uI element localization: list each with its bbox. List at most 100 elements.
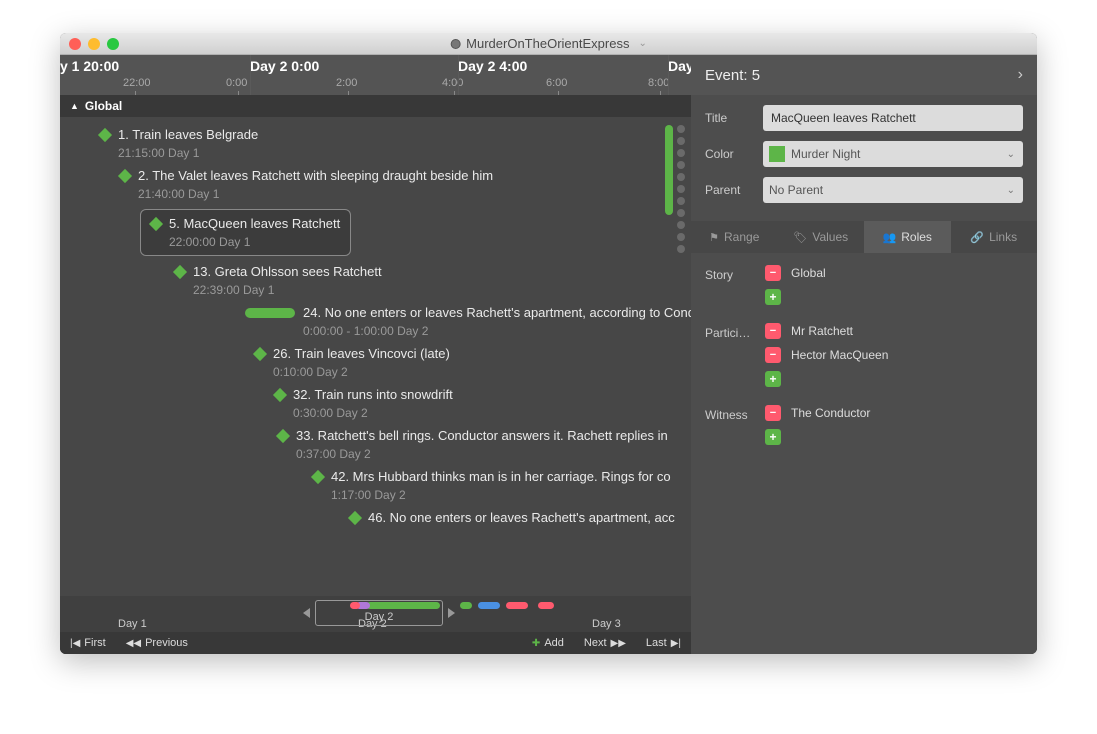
next-button[interactable]: Next▶▶ [574,632,636,654]
event-item[interactable]: 5. MacQueen leaves Ratchett 22:00:00 Day … [60,205,691,260]
chevron-down-icon: ⌄ [1007,149,1015,160]
triangle-right-icon[interactable] [448,608,455,618]
role-section: Witness −The Conductor + [705,405,1023,445]
last-button[interactable]: Last▶| [636,632,691,654]
chevron-down-icon: ⌄ [1007,185,1015,196]
zoom-icon[interactable] [107,38,119,50]
footer-bar: |◀First ◀◀Previous ✚Add Next▶▶ Last▶| [60,632,691,654]
minimize-icon[interactable] [88,38,100,50]
event-time: 1:17:00 Day 2 [331,488,681,502]
event-item[interactable]: 33. Ratchett's bell rings. Conductor ans… [60,424,691,465]
event-title: 5. MacQueen leaves Ratchett [169,216,340,231]
mini-viewport[interactable]: Day 2 [315,600,443,626]
mini-pill [506,602,528,609]
titlebar: MurderOnTheOrientExpress ⌄ [60,33,1037,55]
color-select[interactable]: Murder Night ⌄ [763,141,1023,167]
first-icon: |◀ [70,638,80,649]
event-title: 1. Train leaves Belgrade [118,127,258,142]
remove-icon[interactable]: − [765,323,781,339]
mini-pill [478,602,500,609]
event-time: 21:15:00 Day 1 [118,146,681,160]
global-header[interactable]: ▲ Global [60,95,691,117]
event-time: 22:00:00 Day 1 [169,235,340,249]
event-item[interactable]: 42. Mrs Hubbard thinks man is in her car… [60,465,691,506]
last-icon: ▶| [671,638,681,649]
previous-button[interactable]: ◀◀Previous [116,632,198,654]
roles-icon: 👥 [883,231,897,244]
diamond-icon [348,510,362,524]
role-item[interactable]: −Hector MacQueen [765,347,1023,363]
plus-icon: ✚ [532,638,540,649]
next-icon: ▶▶ [611,638,626,649]
mini-pill [538,602,554,609]
tab-values[interactable]: 🏷Values [778,221,865,253]
chevron-right-icon[interactable]: › [1018,66,1023,84]
window-title-text: MurderOnTheOrientExpress [466,36,629,51]
event-item[interactable]: 1. Train leaves Belgrade 21:15:00 Day 1 [60,123,691,164]
event-item[interactable]: 32. Train runs into snowdrift0:30:00 Day… [60,383,691,424]
timeline-ruler[interactable]: y 1 20:00Day 2 0:00Day 2 4:00Day 22:000:… [60,55,691,95]
panel-tabs: ⚑Range🏷Values👥Roles🔗Links [691,221,1037,253]
event-item[interactable]: 46. No one enters or leaves Rachett's ap… [60,506,691,529]
event-title: 32. Train runs into snowdrift [293,387,453,402]
event-item[interactable]: 24. No one enters or leaves Rachett's ap… [60,301,691,342]
diamond-icon [173,264,187,278]
mini-timeline[interactable]: Day 1Day 2Day 3Day 2 [60,596,691,632]
event-time: 22:39:00 Day 1 [193,283,681,297]
chevron-down-icon[interactable]: ⌄ [638,38,646,49]
role-label: Witness [705,405,753,445]
close-icon[interactable] [69,38,81,50]
diamond-icon [118,168,132,182]
event-title: 26. Train leaves Vincovci (late) [273,346,450,361]
remove-icon[interactable]: − [765,265,781,281]
remove-icon[interactable]: − [765,347,781,363]
chevron-up-icon: ▲ [70,101,79,111]
event-title: 33. Ratchett's bell rings. Conductor ans… [296,428,668,443]
role-label: Story [705,265,753,305]
role-section: Partici… −Mr Ratchett −Hector MacQueen + [705,323,1023,387]
add-icon[interactable]: + [765,429,781,445]
tab-roles[interactable]: 👥Roles [864,221,951,253]
role-item[interactable]: −The Conductor [765,405,1023,421]
traffic-lights [60,38,119,50]
tab-range[interactable]: ⚑Range [691,221,778,253]
mini-day-label: Day 3 [592,618,621,630]
mini-pill [460,602,472,609]
event-item[interactable]: 26. Train leaves Vincovci (late) 0:10:00 … [60,342,691,383]
first-button[interactable]: |◀First [60,632,116,654]
parent-select[interactable]: No Parent ⌄ [763,177,1023,203]
range-icon: ⚑ [709,231,719,244]
title-input[interactable] [763,105,1023,131]
event-item[interactable]: 2. The Valet leaves Ratchett with sleepi… [60,164,691,205]
global-label: Global [85,99,122,113]
panel-header: Event: 5 › [691,55,1037,95]
diamond-icon [311,469,325,483]
tab-links[interactable]: 🔗Links [951,221,1038,253]
event-title: 13. Greta Ohlsson sees Ratchett [193,264,382,279]
triangle-left-icon[interactable] [303,608,310,618]
inspector-panel: Event: 5 › Title Color Murder Night ⌄ [691,55,1037,654]
diamond-icon [98,127,112,141]
values-icon: 🏷 [793,231,807,244]
add-button[interactable]: ✚Add [522,632,574,654]
title-label: Title [705,111,753,125]
remove-icon[interactable]: − [765,405,781,421]
role-section: Story −Global + [705,265,1023,305]
event-list: 1. Train leaves Belgrade 21:15:00 Day 1 2.… [60,117,691,596]
app-window: MurderOnTheOrientExpress ⌄ y 1 20:00Day … [60,33,1037,654]
event-item[interactable]: 13. Greta Ohlsson sees Ratchett 22:39:00 … [60,260,691,301]
event-time: 21:40:00 Day 1 [138,187,681,201]
panel-title: Event: 5 [705,67,760,84]
event-time: 0:10:00 Day 2 [273,365,681,379]
diamond-icon [253,346,267,360]
role-item[interactable]: −Global [765,265,1023,281]
scroll-indicator [665,125,673,215]
color-label: Color [705,147,753,161]
links-icon: 🔗 [970,231,984,244]
role-label: Partici… [705,323,753,387]
add-icon[interactable]: + [765,289,781,305]
mini-day-label: Day 1 [118,618,147,630]
role-item[interactable]: −Mr Ratchett [765,323,1023,339]
diamond-icon [273,387,287,401]
add-icon[interactable]: + [765,371,781,387]
